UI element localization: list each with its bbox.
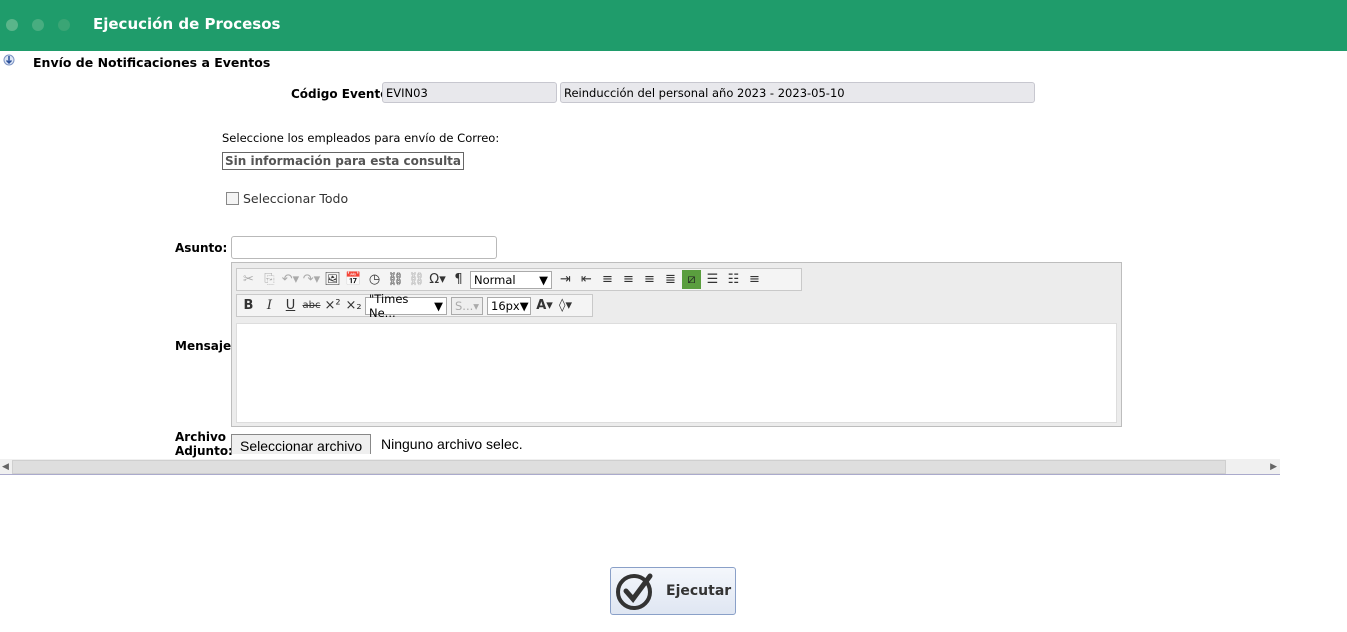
font-family-select-value: "Times Ne... [369,291,409,320]
outdent-icon[interactable]: ⇤ [577,270,596,289]
undo-icon[interactable]: ↶▾ [281,270,300,289]
chevron-down-icon: ▼ [434,298,443,313]
font-family-select[interactable]: "Times Ne... ▼ [365,292,447,320]
strikethrough-icon[interactable]: abc [302,296,321,315]
scroll-left-icon[interactable]: ◀ [2,462,9,472]
chevron-down-icon: ▼ [519,298,529,313]
file-status: Ninguno archivo selec. [381,436,523,452]
bold-icon[interactable]: B [239,296,258,315]
special-char-icon[interactable]: Ω▾ [428,270,447,289]
redo-icon[interactable]: ↷▾ [302,270,321,289]
execute-button[interactable]: Ejecutar [610,567,736,615]
section-title: Envío de Notificaciones a Eventos [33,55,271,70]
empty-message: Sin información para esta consulta [222,152,465,170]
align-center-icon[interactable]: ≡ [619,270,638,289]
editor-toolbar-row-2: B I U abc ×² ×₂ "Times Ne... ▼ S... ▾ 16… [236,292,593,320]
chevron-down-icon: ▼ [539,272,548,287]
font-size-select-value: 16px [491,298,520,313]
app-header: Ejecución de Procesos [0,0,1347,51]
text-direction-icon[interactable]: ≡ [745,270,764,289]
checkmark-icon [616,573,653,610]
collapse-icon[interactable] [3,54,15,66]
align-justify-icon[interactable]: ≣ [661,270,680,289]
chevron-down-icon: ▾ [473,298,480,313]
window-dot [32,19,44,31]
scroll-right-icon[interactable]: ▶ [1270,462,1277,472]
cut-icon[interactable]: ✂ [239,270,258,289]
calendar-icon[interactable]: 📅 [344,270,363,289]
select-all-label[interactable]: Seleccionar Todo [243,191,348,206]
evento-description-field: Reinducción del personal año 2023 - 2023… [560,82,1035,103]
font-size-select[interactable]: 16px ▼ [487,296,531,315]
choose-file-button[interactable]: Seleccionar archivo [231,434,372,454]
execute-label: Ejecutar [666,583,732,599]
clock-icon[interactable]: ◷ [365,270,384,289]
message-edit-area[interactable] [236,323,1117,423]
format-select[interactable]: Normal ▼ [470,270,552,289]
archivo-adjunto-label: Archivo Adjunto: [175,430,233,458]
underline-icon[interactable]: U [281,296,300,315]
editor-toolbar-row-1: ✂ ⎘ ↶▾ ↷▾ 🖼 📅 ◷ ⛓ ⛓ Ω▾ ¶ Normal ▼ ⇥ ⇤ ≡ … [236,268,802,291]
text-color-icon[interactable]: A▾ [535,296,554,315]
align-right-icon[interactable]: ≡ [640,270,659,289]
asunto-input[interactable] [231,236,497,259]
window-dot [58,19,70,31]
window-dot [6,19,18,31]
scrollbar-thumb[interactable] [12,460,1226,474]
background-color-icon[interactable]: ◊▾ [556,296,575,315]
subscript-icon[interactable]: ×₂ [344,296,363,315]
window-dots [6,19,70,31]
archivo-label-line1: Archivo [175,430,227,444]
codigo-evento-field: EVIN03 [382,82,557,103]
style-select-value: S... [455,298,474,313]
superscript-icon[interactable]: ×² [323,296,342,315]
format-select-value: Normal [474,272,516,287]
image-icon[interactable]: 🖼 [323,270,342,289]
page-title: Ejecución de Procesos [93,15,281,33]
paragraph-icon[interactable]: ¶ [449,270,468,289]
select-all-checkbox[interactable] [226,192,239,205]
clear-format-icon[interactable]: ⧄ [682,270,701,289]
select-all-row[interactable]: Seleccionar Todo [226,191,348,206]
codigo-evento-label: Código Evento: [291,87,394,101]
rich-text-editor: ✂ ⎘ ↶▾ ↷▾ 🖼 📅 ◷ ⛓ ⛓ Ω▾ ¶ Normal ▼ ⇥ ⇤ ≡ … [231,262,1122,427]
numbered-list-icon[interactable]: ☷ [724,270,743,289]
mensaje-label: Mensaje: [175,339,236,353]
copy-icon[interactable]: ⎘ [260,270,279,289]
archivo-label-line2: Adjunto: [175,444,233,458]
style-select[interactable]: S... ▾ [451,296,483,315]
align-left-icon[interactable]: ≡ [598,270,617,289]
indent-icon[interactable]: ⇥ [556,270,575,289]
horizontal-scrollbar[interactable]: ◀ ▶ [0,459,1280,475]
link-icon[interactable]: ⛓ [386,270,405,289]
unlink-icon[interactable]: ⛓ [407,270,426,289]
asunto-label: Asunto: [175,241,228,255]
empleados-label: Seleccione los empleados para envío de C… [222,131,500,145]
bullet-list-icon[interactable]: ☰ [703,270,722,289]
italic-icon[interactable]: I [260,296,279,315]
